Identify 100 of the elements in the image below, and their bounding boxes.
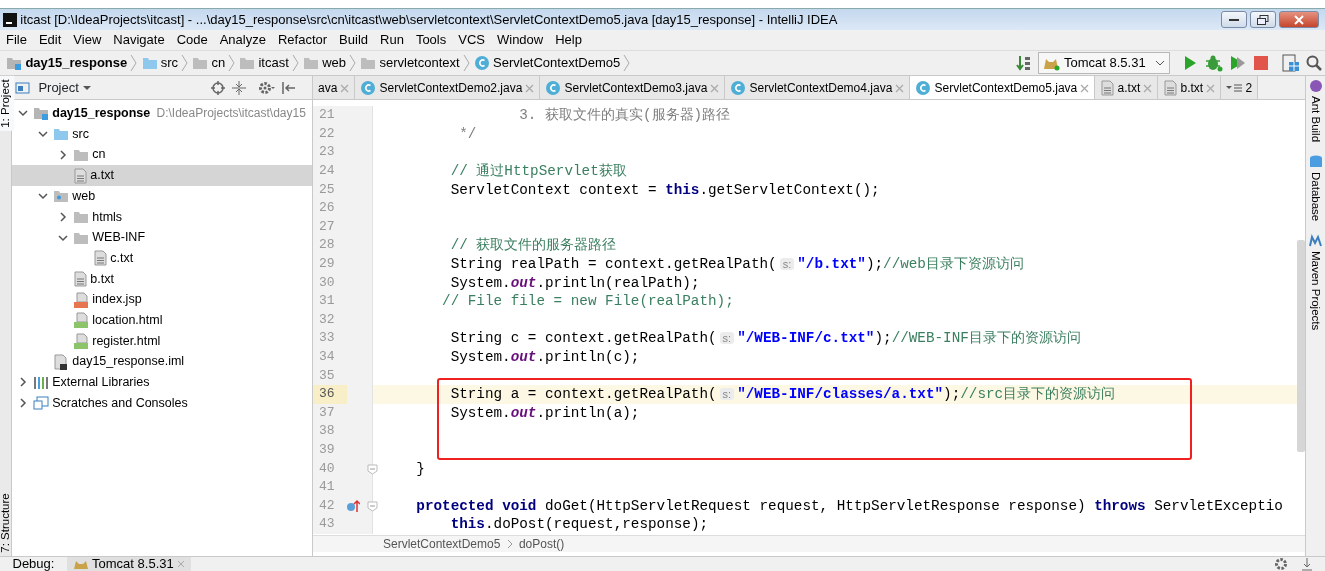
tree-item[interactable]: b.txt <box>12 268 312 290</box>
breadcrumb-item[interactable]: cn <box>189 53 229 73</box>
text-file-icon <box>73 167 88 184</box>
tree-item[interactable]: Scratches and Consoles <box>12 392 312 414</box>
locate-icon[interactable] <box>211 80 226 95</box>
debug-label: Debug: <box>12 555 55 571</box>
editor-tab[interactable]: ava <box>313 76 356 99</box>
editor-tab[interactable]: ServletContextDemo4.java <box>725 76 911 99</box>
text-file-icon <box>1163 80 1178 96</box>
text-file-icon <box>1100 80 1115 96</box>
code-line: // 获取文件的服务器路径 <box>449 236 617 255</box>
editor-tab[interactable]: b.txt <box>1158 76 1222 99</box>
code-line: System.out.println(realPath); <box>449 273 700 293</box>
tab-overflow-button[interactable]: 2 <box>1221 76 1259 99</box>
debug-session-tab[interactable]: Tomcat 8.5.31 <box>66 556 191 571</box>
parameter-hint: s: <box>719 332 735 345</box>
parameter-hint: s: <box>719 388 735 401</box>
caret-icon <box>81 83 92 92</box>
chevron-icon <box>228 53 237 73</box>
tree-item[interactable]: location.html <box>12 310 312 331</box>
settings-icon[interactable] <box>258 80 277 95</box>
menu-item[interactable]: Build <box>333 30 374 50</box>
minimize-button[interactable] <box>1220 11 1247 28</box>
tool-window-tab[interactable]: Database <box>1306 171 1325 222</box>
code-line: protected void doGet(HttpServletRequest request, HttpServletResponse response) throws ServletExceptio <box>415 496 1283 516</box>
hide-icon[interactable] <box>1300 557 1313 571</box>
bug-icon[interactable] <box>1204 54 1223 72</box>
restore-icon <box>1256 14 1269 25</box>
collapse-all-icon[interactable] <box>231 80 246 95</box>
tree-item[interactable]: src <box>12 123 312 145</box>
code-line: System.out.println(c); <box>449 347 640 367</box>
module-folder-icon <box>33 106 50 121</box>
tree-item[interactable]: day15_response.iml <box>12 351 312 373</box>
console-icon <box>33 396 50 411</box>
menu-item[interactable]: File <box>0 30 33 50</box>
folder-icon <box>303 56 320 70</box>
tree-item[interactable]: cn <box>12 144 312 166</box>
tree-item[interactable]: c.txt <box>12 247 312 269</box>
chevron-icon <box>130 53 139 73</box>
editor-tab[interactable]: ServletContextDemo2.java <box>355 76 541 99</box>
tree-item[interactable]: day15_response D:\IdeaProjects\itcast\day15 <box>12 103 312 124</box>
class-icon <box>545 80 562 96</box>
class-icon <box>730 80 747 96</box>
breadcrumb-item[interactable]: ServletContextDemo5 <box>470 53 624 73</box>
breadcrumb-item[interactable]: doPost() <box>518 535 565 553</box>
tree-item[interactable]: web <box>12 185 312 207</box>
project-view-dropdown[interactable]: Project <box>37 76 93 99</box>
line-number: 21 <box>318 106 336 125</box>
coverage-icon[interactable] <box>1228 55 1247 71</box>
tree-item[interactable]: register.html <box>12 330 312 352</box>
menu-item[interactable]: Help <box>549 30 588 50</box>
tool-window-tab[interactable]: Maven Projects <box>1306 250 1325 331</box>
close-button[interactable] <box>1278 11 1319 28</box>
hide-icon[interactable] <box>282 80 297 95</box>
menu-item[interactable]: Refactor <box>271 30 334 50</box>
settings-icon[interactable] <box>1274 557 1288 571</box>
project-structure-icon[interactable] <box>1281 54 1300 72</box>
code-line: ServletContext context = this.getServletContext(); <box>449 180 880 200</box>
menu-item[interactable]: Run <box>374 30 410 50</box>
breadcrumb-item[interactable]: servletcontext <box>357 53 463 73</box>
tree-item[interactable]: htmls <box>12 206 312 228</box>
breadcrumb-item[interactable]: ServletContextDemo5 <box>383 535 501 553</box>
line-number: 23 <box>318 143 336 162</box>
run-configuration-dropdown[interactable]: Tomcat 8.5.31 <box>1037 52 1170 74</box>
breadcrumb-item[interactable]: itcast <box>236 53 292 73</box>
stop-icon[interactable] <box>1253 55 1270 71</box>
restore-button[interactable] <box>1249 11 1276 28</box>
tree-item[interactable]: External Libraries <box>12 372 312 393</box>
editor-tab[interactable]: ServletContextDemo5.java <box>910 76 1096 99</box>
tree-item[interactable]: a.txt <box>12 165 312 186</box>
folder-icon <box>239 56 256 70</box>
cat-icon <box>72 558 89 570</box>
sort-icon[interactable] <box>1015 55 1032 71</box>
override-icon[interactable] <box>346 498 360 513</box>
menu-item[interactable]: Tools <box>409 30 453 50</box>
tree-item[interactable]: index.jsp <box>12 289 312 310</box>
breadcrumb-item[interactable]: src <box>138 53 182 73</box>
editor-tab[interactable]: ServletContextDemo3.java <box>540 76 726 99</box>
menu-item[interactable]: Window <box>490 30 550 50</box>
line-number: 33 <box>318 329 336 348</box>
folder-icon <box>73 147 90 162</box>
breadcrumb-item[interactable]: web <box>299 53 350 73</box>
editor-tab[interactable]: a.txt <box>1095 76 1159 99</box>
search-icon[interactable] <box>1305 55 1322 71</box>
menu-item[interactable]: Edit <box>32 30 68 50</box>
code-line: // File file = new File(realPath); <box>441 292 734 311</box>
tree-item[interactable]: WEB-INF <box>12 227 312 248</box>
breadcrumb-item[interactable]: day15_response <box>3 53 131 73</box>
menu-item[interactable]: Code <box>170 30 214 50</box>
menu-item[interactable]: Navigate <box>107 30 171 50</box>
menu-item[interactable]: Analyze <box>213 30 272 50</box>
tool-window-tab[interactable]: Ant Build <box>1306 96 1325 143</box>
scrollbar-thumb[interactable] <box>1297 240 1305 452</box>
menu-item[interactable]: View <box>67 30 108 50</box>
menu-item[interactable]: VCS <box>452 30 491 50</box>
line-number: 28 <box>318 236 336 255</box>
code-line: String a = context.getRealPath( s: "/WEB-INF/classes/a.txt");//src目录下的资源访问 <box>449 385 1116 404</box>
libraries-icon <box>33 375 50 390</box>
line-number: 26 <box>318 199 336 218</box>
line-number: 35 <box>318 366 336 385</box>
